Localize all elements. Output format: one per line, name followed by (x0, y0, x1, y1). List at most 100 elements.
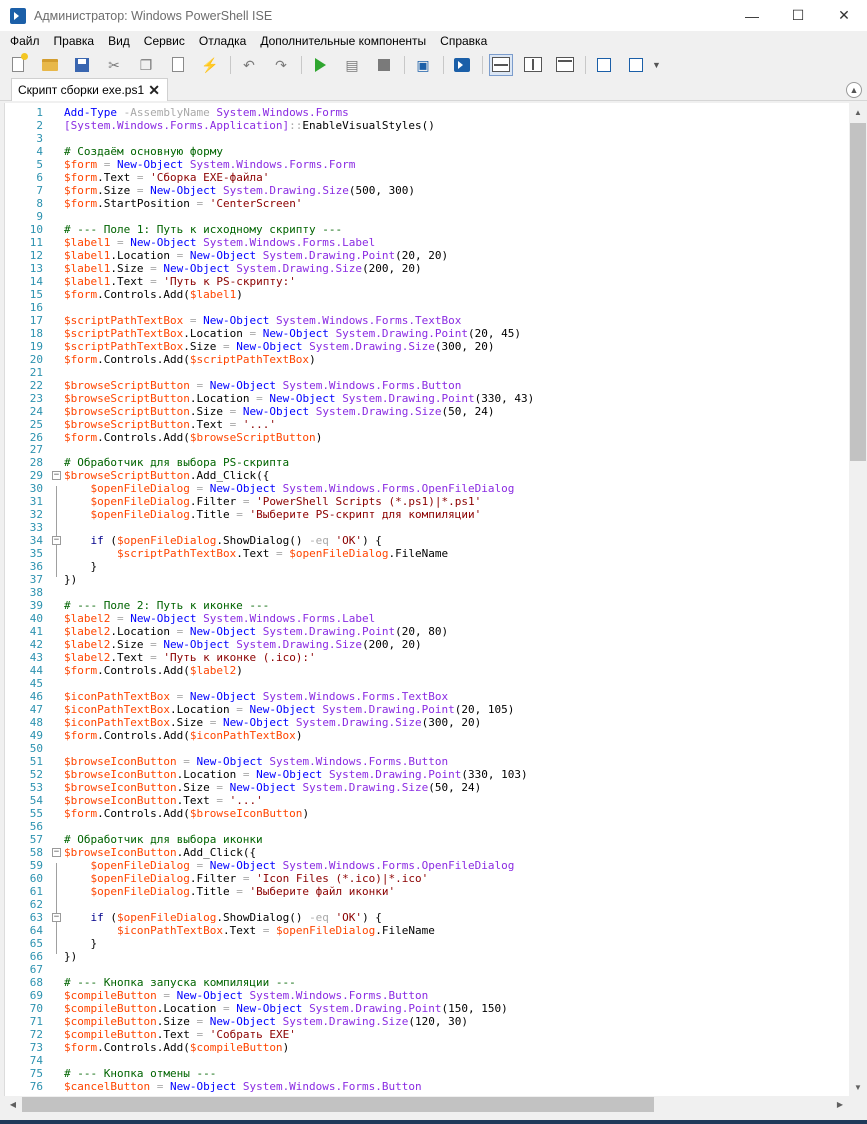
layout-top-button[interactable] (489, 53, 513, 76)
code-line[interactable]: 13 $label1.Size = New-Object System.Drawi… (5, 262, 849, 275)
code-line[interactable]: 34− if ($openFileDialog.ShowDialog() -eq… (5, 534, 849, 547)
code-line[interactable]: 36 } (5, 560, 849, 573)
code-line[interactable]: 28 # Обработчик для выбора PS-скрипта (5, 456, 849, 469)
code-line[interactable]: 35 $scriptPathTextBox.Text = $openFileDi… (5, 547, 849, 560)
code-line[interactable]: 26 $form.Controls.Add($browseScriptButton… (5, 431, 849, 444)
code-line[interactable]: 61 $openFileDialog.Title = 'Выберите фай… (5, 885, 849, 898)
menu-view[interactable]: Вид (101, 31, 137, 51)
menu-file[interactable]: Файл (3, 31, 47, 51)
code-line[interactable]: 43 $label2.Text = 'Путь к иконке (.ico):' (5, 651, 849, 664)
run-script-button[interactable] (308, 54, 332, 76)
code-line[interactable]: 46 $iconPathTextBox = New-Object System.W… (5, 690, 849, 703)
layout-right-button[interactable] (521, 54, 545, 76)
code-line[interactable]: 37}) (5, 573, 849, 586)
code-line[interactable]: 39 # --- Поле 2: Путь к иконке --- (5, 599, 849, 612)
code-line[interactable]: 8 $form.StartPosition = 'CenterScreen' (5, 197, 849, 210)
code-line[interactable]: 51 $browseIconButton = New-Object System.… (5, 755, 849, 768)
code-line[interactable]: 3 (5, 132, 849, 145)
code-line[interactable]: 7 $form.Size = New-Object System.Drawing.… (5, 184, 849, 197)
code-line[interactable]: 76 $cancelButton = New-Object System.Wind… (5, 1080, 849, 1093)
code-line[interactable]: 45 (5, 677, 849, 690)
remote-powershell-button[interactable]: ▣ (411, 54, 435, 76)
code-line[interactable]: 65 } (5, 937, 849, 950)
horizontal-scroll-thumb[interactable] (22, 1097, 654, 1112)
code-line[interactable]: 53 $browseIconButton.Size = New-Object Sy… (5, 781, 849, 794)
code-line[interactable]: 60 $openFileDialog.Filter = 'Icon Files … (5, 872, 849, 885)
show-command-addon-button[interactable] (624, 54, 648, 76)
code-line[interactable]: 23 $browseScriptButton.Location = New-Obj… (5, 392, 849, 405)
code-line[interactable]: 71 $compileButton.Size = New-Object Syste… (5, 1015, 849, 1028)
code-line[interactable]: 19 $scriptPathTextBox.Size = New-Object S… (5, 340, 849, 353)
code-line[interactable]: 56 (5, 820, 849, 833)
toolbar-overflow-icon[interactable]: ▼ (652, 60, 661, 70)
code-line[interactable]: 59 $openFileDialog = New-Object System.W… (5, 859, 849, 872)
vertical-scroll-thumb[interactable] (850, 123, 866, 461)
code-line[interactable]: 5 $form = New-Object System.Windows.Forms… (5, 158, 849, 171)
code-line[interactable]: 64 $iconPathTextBox.Text = $openFileDial… (5, 924, 849, 937)
code-line[interactable]: 48 $iconPathTextBox.Size = New-Object Sys… (5, 716, 849, 729)
close-tab-icon[interactable]: ✕ (148, 82, 160, 99)
code-line[interactable]: 25 $browseScriptButton.Text = '...' (5, 418, 849, 431)
code-line[interactable]: 68 # --- Кнопка запуска компиляции --- (5, 976, 849, 989)
code-line[interactable]: 38 (5, 586, 849, 599)
code-line[interactable]: 41 $label2.Location = New-Object System.D… (5, 625, 849, 638)
code-line[interactable]: 70 $compileButton.Location = New-Object S… (5, 1002, 849, 1015)
code-line[interactable]: 66}) (5, 950, 849, 963)
code-line[interactable]: 6 $form.Text = 'Сборка EXE-файла' (5, 171, 849, 184)
code-line[interactable]: 27 (5, 443, 849, 456)
scroll-up-icon[interactable]: ▲ (849, 103, 867, 121)
redo-button[interactable]: ↷ (269, 54, 293, 76)
save-button[interactable] (70, 54, 94, 76)
code-line[interactable]: 30 $openFileDialog = New-Object System.W… (5, 482, 849, 495)
fold-toggle-icon[interactable]: − (52, 912, 61, 922)
code-line[interactable]: 24 $browseScriptButton.Size = New-Object … (5, 405, 849, 418)
code-line[interactable]: 21 (5, 366, 849, 379)
code-line[interactable]: 9 (5, 210, 849, 223)
code-line[interactable]: 74 (5, 1054, 849, 1067)
vertical-scrollbar[interactable]: ▲ ▼ (849, 103, 867, 1096)
code-line[interactable]: 33 (5, 521, 849, 534)
stop-button[interactable] (372, 54, 396, 76)
copy-button[interactable]: ❐ (134, 54, 158, 76)
fold-toggle-icon[interactable]: − (52, 536, 61, 546)
code-line[interactable]: 16 (5, 301, 849, 314)
code-line[interactable]: 54 $browseIconButton.Text = '...' (5, 794, 849, 807)
fold-toggle-icon[interactable]: − (52, 471, 61, 481)
tab-script[interactable]: Скрипт сборки exe.ps1 ✕ (11, 78, 168, 101)
powershell-console-button[interactable] (450, 54, 474, 76)
close-window-button[interactable]: ✕ (821, 0, 867, 31)
code-line[interactable]: 55 $form.Controls.Add($browseIconButton) (5, 807, 849, 820)
menu-edit[interactable]: Правка (47, 31, 102, 51)
show-script-pane-button[interactable] (592, 54, 616, 76)
code-line[interactable]: 47 $iconPathTextBox.Location = New-Object… (5, 703, 849, 716)
code-line[interactable]: 42 $label2.Size = New-Object System.Drawi… (5, 638, 849, 651)
menu-help[interactable]: Справка (433, 31, 494, 51)
code-line[interactable]: 40 $label2 = New-Object System.Windows.Fo… (5, 612, 849, 625)
menu-addons[interactable]: Дополнительные компоненты (253, 31, 433, 51)
code-line[interactable]: 69 $compileButton = New-Object System.Win… (5, 989, 849, 1002)
script-editor[interactable]: 1 Add-Type -AssemblyName System.Windows.F… (4, 103, 849, 1096)
run-selection-button[interactable]: ▤ (340, 54, 364, 76)
code-line[interactable]: 31 $openFileDialog.Filter = 'PowerShell … (5, 495, 849, 508)
code-line[interactable]: 22 $browseScriptButton = New-Object Syste… (5, 379, 849, 392)
code-line[interactable]: 15 $form.Controls.Add($label1) (5, 288, 849, 301)
code-line[interactable]: 11 $label1 = New-Object System.Windows.Fo… (5, 236, 849, 249)
code-line[interactable]: 4 # Создаём основную форму (5, 145, 849, 158)
code-line[interactable]: 63− if ($openFileDialog.ShowDialog() -eq… (5, 911, 849, 924)
code-line[interactable]: 72 $compileButton.Text = 'Собрать EXE' (5, 1028, 849, 1041)
code-line[interactable]: 49 $form.Controls.Add($iconPathTextBox) (5, 729, 849, 742)
paste-button[interactable] (166, 54, 190, 76)
code-line[interactable]: 62 (5, 898, 849, 911)
collapse-script-pane-icon[interactable]: ▲ (846, 82, 862, 98)
code-line[interactable]: 20 $form.Controls.Add($scriptPathTextBox) (5, 353, 849, 366)
code-line[interactable]: 67 (5, 963, 849, 976)
code-line[interactable]: 75 # --- Кнопка отмены --- (5, 1067, 849, 1080)
open-button[interactable] (38, 54, 62, 76)
code-line[interactable]: 44 $form.Controls.Add($label2) (5, 664, 849, 677)
undo-button[interactable]: ↶ (237, 54, 261, 76)
clear-console-button[interactable]: ⚡ (198, 54, 222, 76)
code-line[interactable]: 2 [System.Windows.Forms.Application]::Ena… (5, 119, 849, 132)
new-script-button[interactable] (6, 53, 30, 76)
code-line[interactable]: 50 (5, 742, 849, 755)
code-line[interactable]: 10 # --- Поле 1: Путь к исходному скрипту… (5, 223, 849, 236)
